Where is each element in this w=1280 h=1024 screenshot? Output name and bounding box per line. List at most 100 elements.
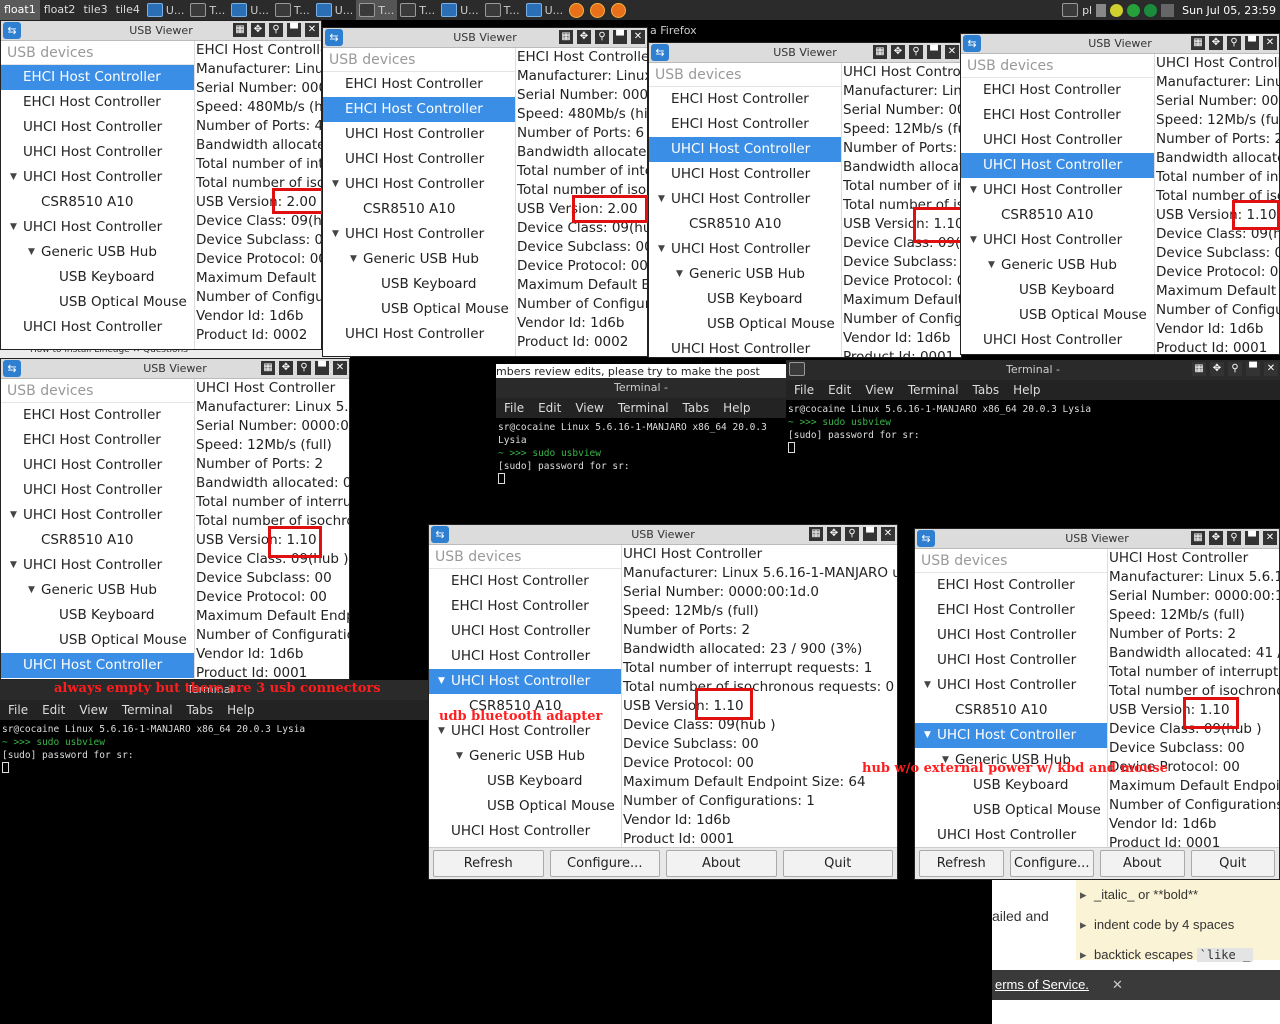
tree-item[interactable]: UHCI Host Controller [1, 140, 194, 165]
tree-item[interactable]: USB Keyboard [323, 272, 515, 297]
tree-item[interactable]: UHCI Host Controller [429, 644, 621, 669]
tree-item[interactable]: USB Optical Mouse [649, 312, 841, 337]
close-icon[interactable]: ✕ [1263, 531, 1277, 545]
tree-item[interactable]: EHCI Host Controller [1, 90, 194, 115]
tree-item[interactable]: UHCI Host Controller [1, 478, 194, 503]
quit-button[interactable]: Quit [1190, 850, 1275, 877]
tree-item[interactable]: CSR8510 A10 [1, 528, 194, 553]
expand-arrow-icon[interactable]: ▼ [970, 228, 977, 253]
tree-item[interactable]: EHCI Host Controller [1, 428, 194, 453]
move-icon[interactable]: ✥ [1209, 531, 1223, 545]
tile-icon[interactable]: ▦ [1191, 36, 1205, 50]
tree-item[interactable]: ▼ Generic USB Hub [323, 247, 515, 272]
tree-item[interactable]: USB Keyboard [649, 287, 841, 312]
tile-icon[interactable]: ▦ [873, 45, 887, 59]
titlebar[interactable]: ⇆ USB Viewer ▦ ✥ ⚲ ▀ ✕ [1, 359, 349, 379]
play-icon[interactable] [1127, 3, 1141, 17]
tree-item[interactable]: USB Optical Mouse [1, 628, 194, 653]
tree-item[interactable]: ▼ UHCI Host Controller [1, 215, 194, 240]
expand-arrow-icon[interactable]: ▼ [332, 222, 339, 247]
task-usbview-4[interactable]: U... [438, 0, 482, 20]
menu-file[interactable]: File [794, 380, 814, 400]
menu-file[interactable]: File [8, 700, 28, 720]
expand-arrow-icon[interactable]: ▼ [10, 215, 17, 240]
tree-item[interactable]: ▼ Generic USB Hub [1, 240, 194, 265]
device-tree[interactable]: USB devices EHCI Host Controller EHCI Host… [1, 379, 194, 679]
move-icon[interactable]: ✥ [827, 527, 841, 541]
tree-item[interactable]: USB Optical Mouse [429, 794, 621, 819]
pin-icon[interactable]: ⚲ [1228, 362, 1242, 376]
tree-item[interactable]: USB Keyboard [915, 773, 1107, 798]
workspace-float2[interactable]: float2 [40, 0, 80, 20]
tree-item[interactable]: UHCI Host Controller [649, 162, 841, 187]
device-tree[interactable]: USB devices EHCI Host Controller EHCI Host… [961, 54, 1154, 354]
expand-arrow-icon[interactable]: ▼ [10, 165, 17, 190]
terminal-icon[interactable] [1062, 3, 1079, 17]
pin-icon[interactable]: ⚲ [845, 527, 859, 541]
tree-item[interactable]: UHCI Host Controller [1, 315, 194, 340]
tree-item[interactable]: CSR8510 A10 [961, 203, 1154, 228]
tree-item[interactable]: ▼ UHCI Host Controller [649, 237, 841, 262]
tree-item[interactable]: UHCI Host Controller [649, 337, 841, 357]
workspace-float1[interactable]: float1 [0, 0, 40, 20]
terminal-output[interactable]: sr@cocaine Linux 5.6.16-1-MANJARO x86_64… [786, 400, 1280, 458]
menu-tabs[interactable]: Tabs [683, 398, 710, 418]
menu-view[interactable]: View [575, 398, 603, 418]
about-button[interactable]: About [666, 850, 777, 877]
tree-item[interactable]: UHCI Host Controller [961, 128, 1154, 153]
bluetooth-icon[interactable] [1144, 3, 1158, 17]
device-tree[interactable]: USB devices EHCI Host Controller EHCI Host… [1, 41, 194, 349]
titlebar[interactable]: ⇆ USB Viewer ▦ ✥ ⚲ ▀ ✕ [915, 529, 1279, 549]
device-tree[interactable]: USB devices EHCI Host Controller EHCI Host… [649, 63, 841, 357]
device-tree[interactable]: USB devices EHCI Host Controller EHCI Host… [323, 48, 515, 356]
task-firefox-3[interactable] [608, 0, 629, 20]
tree-item[interactable]: EHCI Host Controller [1, 65, 194, 90]
device-tree[interactable]: USB devices EHCI Host Controller EHCI Host… [915, 549, 1107, 847]
task-usbview-5[interactable]: U... [523, 0, 567, 20]
close-icon[interactable]: ✕ [1263, 36, 1277, 50]
menu-terminal[interactable]: Terminal [908, 380, 959, 400]
titlebar[interactable]: ⇆ USB Viewer ▦ ✥ ⚲ ▀ ✕ [429, 525, 897, 545]
tree-item[interactable]: EHCI Host Controller [649, 87, 841, 112]
tree-item[interactable]: ▼ Generic USB Hub [649, 262, 841, 287]
tree-item[interactable]: ▼ UHCI Host Controller [961, 228, 1154, 253]
menu-view[interactable]: View [865, 380, 893, 400]
task-terminal-2[interactable]: T... [272, 0, 313, 20]
tree-item[interactable]: EHCI Host Controller [429, 594, 621, 619]
menu-file[interactable]: File [504, 398, 524, 418]
tree-item[interactable]: EHCI Host Controller [323, 72, 515, 97]
move-icon[interactable]: ✥ [251, 23, 265, 37]
tree-item[interactable]: UHCI Host Controller [649, 137, 841, 162]
tile-icon[interactable]: ▦ [233, 23, 247, 37]
tile-icon[interactable]: ▦ [1191, 531, 1205, 545]
menu-help[interactable]: Help [1013, 380, 1040, 400]
maximize-icon[interactable]: ▀ [287, 23, 301, 37]
expand-arrow-icon[interactable]: ▼ [676, 262, 683, 287]
close-icon[interactable]: ✕ [305, 23, 319, 37]
expand-arrow-icon[interactable]: ▼ [924, 723, 931, 748]
tree-item[interactable]: EHCI Host Controller [915, 598, 1107, 623]
tree-item[interactable]: UHCI Host Controller [323, 122, 515, 147]
tree-item[interactable]: ▼ UHCI Host Controller [961, 178, 1154, 203]
menu-edit[interactable]: Edit [828, 380, 851, 400]
signal-icon[interactable] [1096, 3, 1107, 17]
close-icon[interactable]: ✕ [945, 45, 959, 59]
tree-item[interactable]: UHCI Host Controller [1, 115, 194, 140]
move-icon[interactable]: ✥ [1210, 362, 1224, 376]
menu-tabs[interactable]: Tabs [187, 700, 214, 720]
expand-arrow-icon[interactable]: ▼ [658, 237, 665, 262]
menu-help[interactable]: Help [227, 700, 254, 720]
expand-arrow-icon[interactable]: ▼ [970, 178, 977, 203]
tree-item[interactable]: UHCI Host Controller [915, 648, 1107, 673]
workspace-tile4[interactable]: tile4 [112, 0, 144, 20]
expand-arrow-icon[interactable]: ▼ [924, 673, 931, 698]
menu-tabs[interactable]: Tabs [973, 380, 1000, 400]
menu-help[interactable]: Help [723, 398, 750, 418]
move-icon[interactable]: ✥ [577, 30, 591, 44]
tree-item[interactable]: UHCI Host Controller [915, 623, 1107, 648]
tree-item[interactable]: ▼ UHCI Host Controller [1, 503, 194, 528]
maximize-icon[interactable]: ▀ [613, 30, 627, 44]
tree-item[interactable]: USB Optical Mouse [323, 297, 515, 322]
tree-item[interactable]: ▼ UHCI Host Controller [915, 673, 1107, 698]
tile-icon[interactable]: ▦ [261, 361, 275, 375]
